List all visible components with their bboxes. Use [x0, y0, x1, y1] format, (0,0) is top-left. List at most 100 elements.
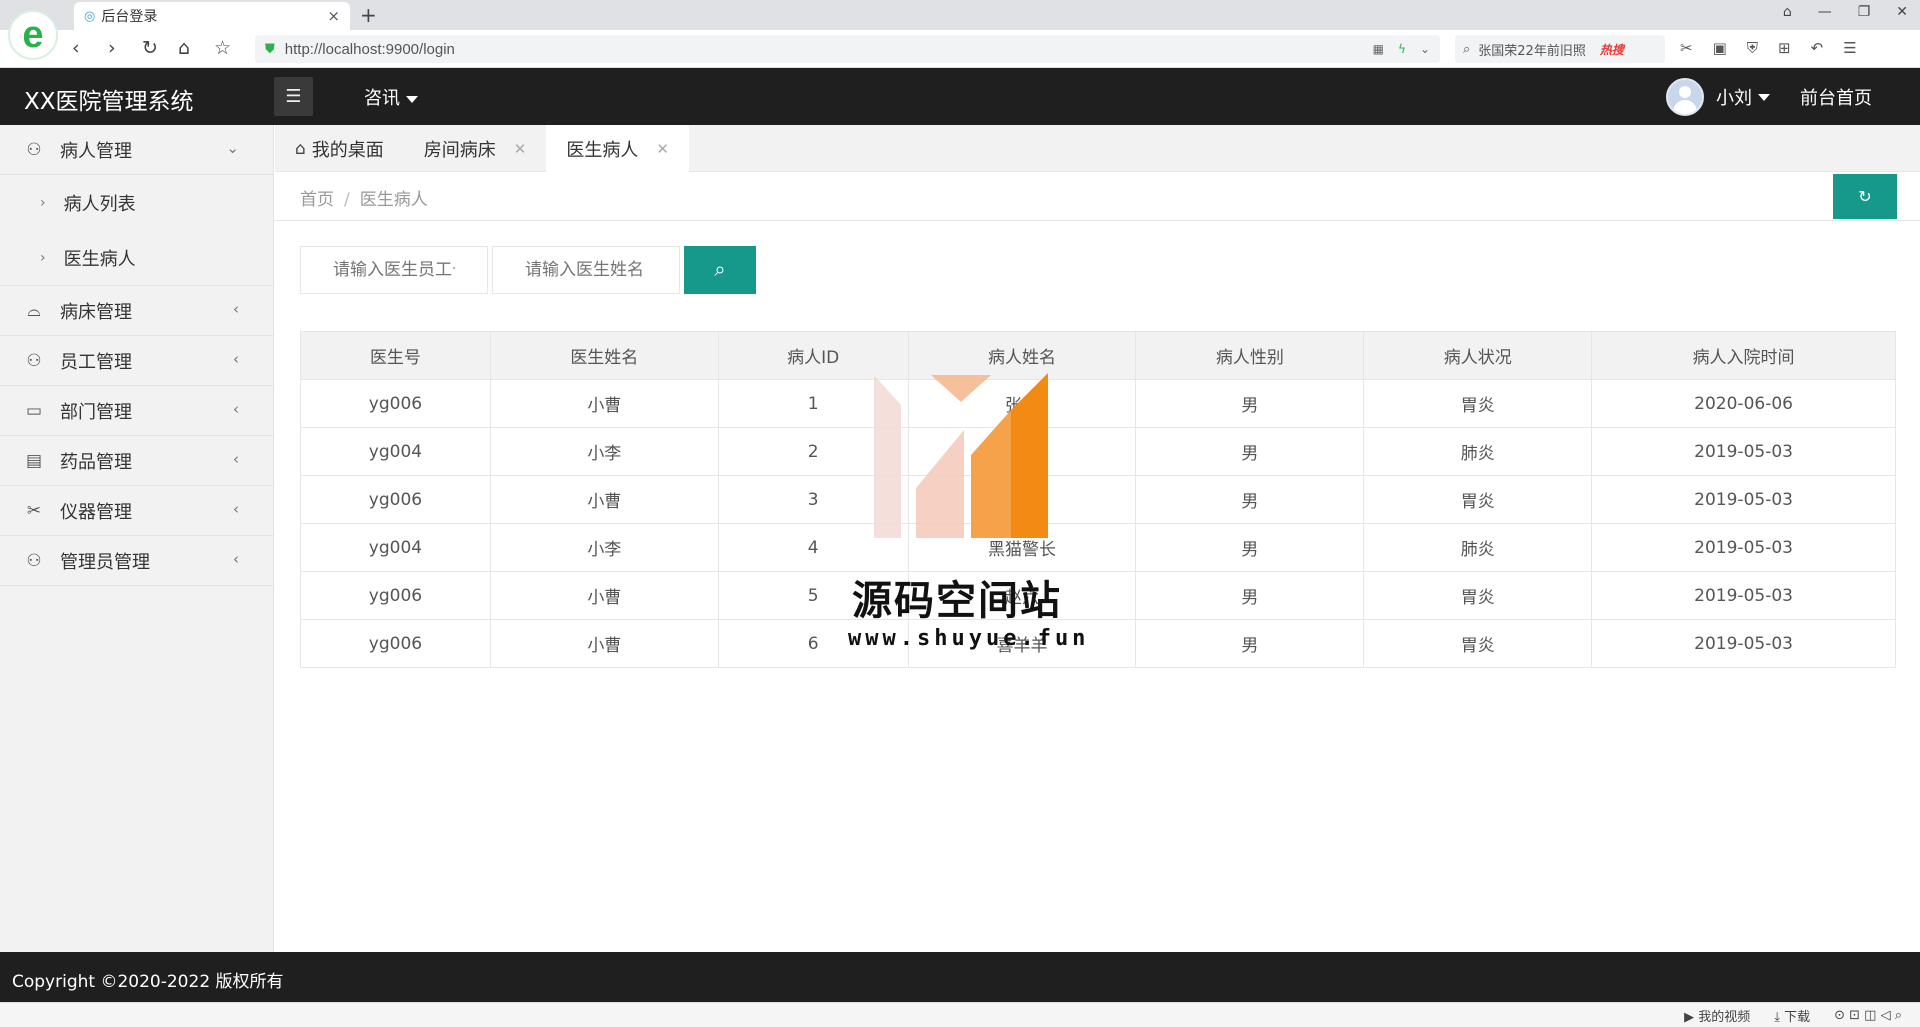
- undo-icon[interactable]: ↶: [1811, 39, 1824, 57]
- table-cell: yg006: [300, 379, 491, 428]
- table-cell: 王五: [907, 475, 1137, 524]
- chevron-down-icon[interactable]: ⌄: [1420, 42, 1430, 56]
- close-icon[interactable]: ✕: [656, 140, 669, 158]
- table-row: yg004 小李 2 李四男肺炎 2019-05-03: [300, 427, 1896, 476]
- sidebar-item-bed-management[interactable]: ⌓ 病床管理 ‹: [0, 286, 273, 336]
- menu-icon[interactable]: ☰: [1843, 39, 1856, 57]
- search-button[interactable]: ⌕: [684, 246, 756, 294]
- download-label: 下载: [1784, 1009, 1811, 1025]
- sidebar-subitem-label: 医生病人: [63, 248, 136, 270]
- sidebar-item-instrument-management[interactable]: ✂ 仪器管理 ‹: [0, 486, 273, 536]
- shirt-icon[interactable]: ⌂: [1783, 4, 1792, 20]
- table-cell: yg006: [300, 475, 491, 524]
- hot-search-box[interactable]: ⌕ 张国荣22年前旧照 热搜: [1455, 35, 1665, 63]
- browser-tab[interactable]: ◎ 后台登录 ×: [74, 2, 350, 30]
- menu-toggle-icon[interactable]: ☰: [274, 77, 313, 116]
- browser-statusbar: ▶ 我的视频 ⤓ 下载 ⊙ ⊡ ◫ ◁ ⌕: [0, 1002, 1920, 1027]
- copyright-text: Copyright ©2020-2022 版权所有: [12, 972, 284, 992]
- chevron-down-icon: ⌄: [226, 139, 239, 157]
- table-cell: 男: [1135, 571, 1365, 620]
- my-video-label: 我的视频: [1698, 1009, 1751, 1025]
- sidebar-item-admin-management[interactable]: ⚇ 管理员管理 ‹: [0, 536, 273, 586]
- new-tab-button[interactable]: +: [360, 3, 377, 27]
- table-cell: 2019-05-03: [1591, 475, 1896, 524]
- browser-tabbar: ◎ 后台登录 × + ⌂ — ❐ ✕: [0, 0, 1920, 30]
- browser-logo-icon: e: [8, 10, 58, 60]
- breadcrumb-home[interactable]: 首页: [300, 190, 334, 210]
- close-icon[interactable]: ✕: [514, 140, 527, 158]
- table-cell: 小曹: [489, 379, 719, 428]
- translate-icon[interactable]: ▣: [1713, 39, 1727, 57]
- table-cell: yg006: [300, 571, 491, 620]
- sidebar-item-medicine-management[interactable]: ▤ 药品管理 ‹: [0, 436, 273, 486]
- sidebar-item-label: 管理员管理: [60, 551, 150, 573]
- download-link[interactable]: ⤓ 下载: [1774, 1006, 1810, 1025]
- sidebar-item-staff-management[interactable]: ⚇ 员工管理 ‹: [0, 336, 273, 386]
- sidebar-item-doctor-patient[interactable]: › 医生病人: [0, 230, 273, 285]
- column-header: 医生号: [300, 331, 491, 380]
- user-menu[interactable]: 小刘: [1666, 78, 1770, 116]
- browser-tab-title: 后台登录: [101, 9, 158, 25]
- status-icons: ⊙ ⊡ ◫ ◁ ⌕: [1834, 1007, 1902, 1023]
- hot-search-text[interactable]: 张国荣22年前旧照: [1478, 40, 1586, 59]
- security-shield-icon: ⛊: [265, 41, 275, 57]
- table-cell: 男: [1135, 523, 1365, 572]
- tab-my-desktop[interactable]: ⌂ 我的桌面: [275, 125, 404, 172]
- table-cell: 男: [1135, 379, 1365, 428]
- reload-icon[interactable]: ↻: [142, 37, 158, 59]
- speed-bolt-icon[interactable]: ϟ: [1398, 42, 1406, 56]
- sidebar-item-patient-management[interactable]: ⚇ 病人管理 ⌄: [0, 125, 273, 175]
- sidebar-item-department-management[interactable]: ▭ 部门管理 ‹: [0, 386, 273, 436]
- clipboard-icon: ▤: [25, 450, 43, 471]
- table-cell: 小李: [489, 523, 719, 572]
- url-bar[interactable]: ⛊ http://localhost:9900/login ▦ ϟ ⌄: [255, 35, 1440, 63]
- scissors-icon[interactable]: ✂: [1680, 39, 1693, 57]
- sidebar-submenu: › 病人列表 › 医生病人: [0, 175, 273, 286]
- minimize-icon[interactable]: —: [1818, 4, 1832, 20]
- table-cell: 男: [1135, 427, 1365, 476]
- restore-icon[interactable]: ❐: [1858, 4, 1871, 20]
- tab-doctor-patient[interactable]: 医生病人 ✕: [546, 125, 689, 172]
- forward-icon[interactable]: ›: [108, 37, 116, 59]
- url-text[interactable]: http://localhost:9900/login: [285, 41, 455, 58]
- home-icon[interactable]: ⌂: [178, 37, 190, 59]
- doctor-name-search-input[interactable]: [492, 246, 680, 294]
- content-tabs: ⌂ 我的桌面 房间病床 ✕ 医生病人 ✕: [275, 125, 1920, 172]
- sidebar-subitem-label: 病人列表: [63, 193, 136, 215]
- search-icon: ⌕: [714, 258, 726, 281]
- grid-icon[interactable]: ▦: [1373, 42, 1384, 56]
- chevron-left-icon: ‹: [233, 350, 239, 368]
- tab-room-bed[interactable]: 房间病床 ✕: [404, 125, 547, 172]
- table-cell: 3: [717, 475, 909, 524]
- breadcrumb: 首页 / 医生病人: [300, 185, 428, 210]
- table-cell: 黑猫警长: [907, 523, 1137, 572]
- table-row: yg004 小李 4 黑猫警长男肺炎 2019-05-03: [300, 523, 1896, 572]
- refresh-button[interactable]: ↻: [1833, 174, 1897, 219]
- shield-ext-icon[interactable]: ⛨: [1747, 39, 1758, 57]
- browser-addressbar: ‹ › ↻ ⌂ ☆ ⛊ http://localhost:9900/login …: [0, 30, 1920, 68]
- table-cell: 肺炎: [1363, 427, 1593, 476]
- my-video-link[interactable]: ▶ 我的视频: [1684, 1006, 1750, 1025]
- close-tab-icon[interactable]: ×: [327, 7, 340, 25]
- table-cell: 5: [717, 571, 909, 620]
- table-header-row: 医生号 医生姓名 病人ID 病人姓名 病人性别 病人状况 病人入院时间: [300, 331, 1896, 380]
- hot-tag-badge: 热搜: [1599, 42, 1624, 57]
- chevron-left-icon: ‹: [233, 450, 239, 468]
- column-header: 病人入院时间: [1591, 331, 1896, 380]
- close-window-icon[interactable]: ✕: [1896, 4, 1908, 20]
- sidebar-item-label: 药品管理: [60, 451, 132, 473]
- sidebar-item-patient-list[interactable]: › 病人列表: [0, 175, 273, 230]
- caret-down-icon: [406, 95, 418, 103]
- tools-icon: ✂: [26, 500, 42, 521]
- staff-id-search-input[interactable]: [300, 246, 488, 294]
- front-home-link[interactable]: 前台首页: [1800, 84, 1872, 110]
- ext-grid-icon[interactable]: ⊞: [1778, 39, 1791, 57]
- table-cell: 2019-05-03: [1591, 427, 1896, 476]
- bookmark-star-icon[interactable]: ☆: [214, 37, 231, 59]
- sidebar: ⚇ 病人管理 ⌄ › 病人列表 › 医生病人 ⌓ 病床管理 ‹ ⚇ 员工管理 ‹…: [0, 125, 274, 952]
- admin-icon: ⚇: [26, 550, 42, 571]
- column-header: 病人ID: [717, 331, 909, 380]
- nav-news-menu[interactable]: 咨讯: [364, 84, 418, 110]
- back-icon[interactable]: ‹: [72, 37, 80, 59]
- window-controls: ⌂ — ❐ ✕: [1783, 4, 1908, 20]
